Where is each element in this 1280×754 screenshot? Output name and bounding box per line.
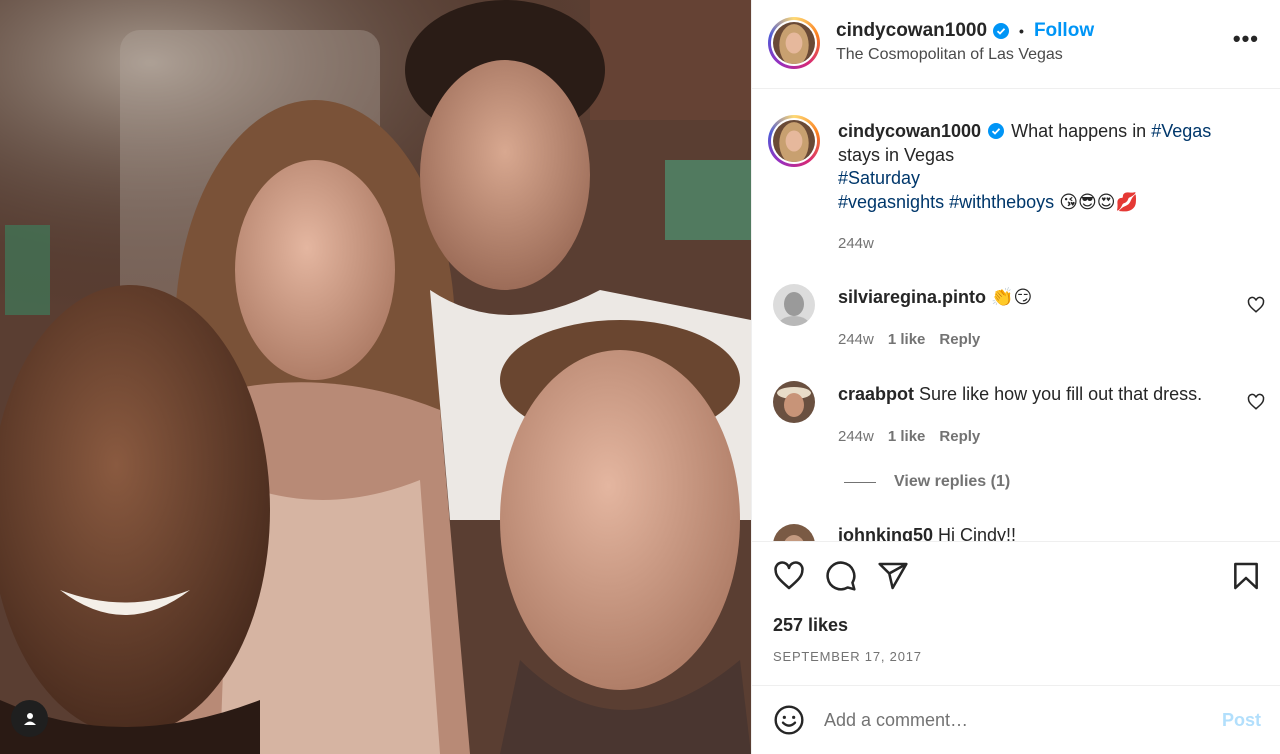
post-date[interactable]: SEPTEMBER 17, 2017 [773, 649, 922, 664]
commenter-avatar[interactable] [773, 381, 815, 423]
author-username[interactable]: cindycowan1000 [836, 20, 987, 42]
comment-text: craabpot Sure like how you fill out that… [838, 384, 1202, 405]
user-tag-icon [23, 712, 36, 725]
author-avatar[interactable] [768, 17, 820, 69]
verified-badge-icon [993, 23, 1010, 39]
replies-divider [844, 481, 876, 483]
author-avatar-image [773, 22, 815, 64]
verified-badge-icon [988, 123, 1005, 139]
comment-username[interactable]: craabpot [838, 384, 914, 404]
likes-count[interactable]: 257 likes [773, 615, 848, 636]
emoji-icon[interactable] [773, 704, 805, 736]
photo-scene [0, 0, 751, 754]
comment-text: silviaregina.pinto 👏😏 [838, 287, 1032, 308]
comment-body: Hi Cindy!! [938, 525, 1017, 541]
comment-meta: 244w 1 like Reply [838, 331, 980, 348]
commenter-avatar-image [773, 284, 815, 326]
comment-username[interactable]: silviaregina.pinto [838, 287, 986, 307]
caption-text: What happens in [1011, 121, 1152, 141]
commenter-avatar[interactable] [773, 524, 815, 541]
hashtag-vegas[interactable]: #Vegas [1151, 121, 1211, 141]
user-tag-button[interactable] [11, 700, 48, 737]
view-replies-button[interactable]: View replies (1) [844, 473, 1010, 491]
post-side-panel: cindycowan1000 • Follow The Cosmopolitan… [751, 0, 1280, 754]
commenter-avatar-image [773, 524, 815, 541]
share-icon[interactable] [877, 560, 909, 592]
save-icon[interactable] [1230, 560, 1262, 592]
comment-body: Sure like how you fill out that dress. [919, 384, 1203, 404]
comment-reply-button[interactable]: Reply [939, 331, 980, 348]
post-caption: cindycowan1000 What happens in #Vegas st… [838, 120, 1258, 256]
comment-meta: 244w 1 like Reply [838, 428, 980, 445]
post-comment-button[interactable]: Post [1222, 710, 1261, 731]
comment-likes[interactable]: 1 like [888, 428, 926, 445]
comment-text: johnking50 Hi Cindy!! [838, 525, 1016, 541]
comment-time[interactable]: 244w [838, 428, 874, 445]
comment-body: 👏😏 [991, 287, 1033, 307]
author-line: cindycowan1000 • Follow [836, 20, 1094, 42]
comment-like-icon[interactable] [1247, 393, 1265, 411]
comments-list[interactable]: cindycowan1000 What happens in #Vegas st… [752, 90, 1280, 541]
hashtag-vegasnights[interactable]: #vegasnights [838, 192, 944, 212]
commenter-avatar[interactable] [773, 284, 815, 326]
hashtag-saturday[interactable]: #Saturday [838, 168, 920, 188]
caption-avatar[interactable] [768, 115, 820, 167]
caption-text-cont: stays in Vegas [838, 144, 955, 165]
follow-button[interactable]: Follow [1034, 20, 1094, 42]
post-photo[interactable] [0, 0, 751, 754]
comment-likes[interactable]: 1 like [888, 331, 926, 348]
comment-icon[interactable] [825, 560, 857, 592]
more-options-icon[interactable]: ••• [1233, 28, 1259, 50]
hashtag-withtheboys[interactable]: #withtheboys [949, 192, 1054, 212]
post-location[interactable]: The Cosmopolitan of Las Vegas [836, 46, 1063, 64]
add-comment-bar: Post [752, 685, 1280, 754]
comment-username[interactable]: johnking50 [838, 525, 933, 541]
dot-separator: • [1019, 23, 1024, 39]
caption-avatar-image [773, 120, 815, 162]
comment-reply-button[interactable]: Reply [939, 428, 980, 445]
comment-input[interactable] [824, 706, 1194, 734]
comment-like-icon[interactable] [1247, 296, 1265, 314]
comment-time[interactable]: 244w [838, 331, 874, 348]
commenter-avatar-image [773, 381, 815, 423]
like-icon[interactable] [773, 560, 805, 592]
post-actions: 257 likes SEPTEMBER 17, 2017 [752, 541, 1280, 685]
caption-username[interactable]: cindycowan1000 [838, 121, 981, 141]
post-header: cindycowan1000 • Follow The Cosmopolitan… [752, 0, 1280, 89]
view-replies-label: View replies (1) [894, 473, 1011, 490]
caption-emojis: 😘😎😍💋 [1059, 191, 1138, 212]
caption-time[interactable]: 244w [838, 232, 1258, 256]
